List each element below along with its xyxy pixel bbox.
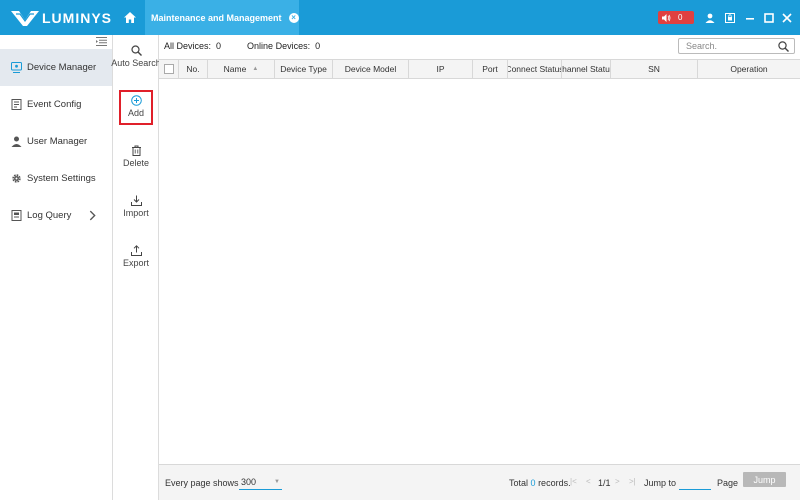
jump-button[interactable]: Jump	[743, 472, 786, 487]
online-devices-label: Online Devices:	[247, 41, 311, 51]
chevron-right-icon	[89, 210, 96, 221]
trash-icon	[131, 145, 141, 156]
page-indicator: 1/1	[598, 478, 611, 488]
select-all-checkbox[interactable]	[163, 64, 174, 74]
sidebar-item-label: Log Query	[27, 210, 72, 221]
auto-search-label: Auto Search	[111, 58, 161, 68]
table-header: No. Name ▲ Device Type Device Model IP P…	[159, 60, 800, 79]
column-header-operation[interactable]: Operation	[698, 60, 800, 78]
brand-name: LUMINYS	[42, 10, 112, 26]
search-icon[interactable]	[778, 41, 789, 52]
home-button[interactable]	[115, 0, 145, 35]
main-panel: All Devices: 0 Online Devices: 0 No. Nam…	[159, 35, 800, 500]
home-icon	[124, 12, 136, 23]
sidebar-item-log-query[interactable]: Log Query	[0, 197, 112, 234]
sidebar-item-label: User Manager	[27, 136, 88, 147]
log-icon	[11, 210, 22, 221]
page-size-value: 300	[241, 477, 257, 487]
device-table: No. Name ▲ Device Type Device Model IP P…	[159, 59, 800, 464]
sidebar-item-user-manager[interactable]: User Manager	[0, 123, 112, 160]
next-page-button[interactable]: >	[615, 477, 620, 486]
import-label: Import	[123, 208, 149, 218]
add-circle-icon	[130, 95, 142, 106]
search-box	[678, 38, 795, 54]
screen-lock-icon	[725, 13, 735, 23]
add-label: Add	[127, 108, 144, 118]
first-page-button[interactable]: |<	[570, 477, 577, 486]
sidebar: Device Manager Event Config User Manager…	[0, 35, 113, 500]
import-icon	[130, 195, 142, 206]
event-config-icon	[11, 99, 22, 110]
minimize-button[interactable]	[743, 11, 757, 25]
auto-search-button[interactable]: Auto Search	[111, 45, 161, 68]
collapse-menu-icon	[95, 36, 107, 46]
sidebar-item-event-config[interactable]: Event Config	[0, 86, 112, 123]
search-input[interactable]	[686, 41, 771, 51]
maximize-button[interactable]	[762, 11, 776, 25]
column-header-channel-status[interactable]: hannel Statu	[562, 60, 611, 78]
device-stats: All Devices: 0 Online Devices: 0	[164, 41, 320, 51]
export-label: Export	[122, 258, 149, 268]
page-size-label: Every page shows	[165, 478, 239, 488]
pagination-bar: Every page shows 300 ▼ Total 0 records. …	[159, 464, 800, 500]
delete-button[interactable]: Delete	[113, 145, 159, 168]
gear-icon	[12, 174, 21, 183]
import-button[interactable]: Import	[113, 195, 159, 218]
sidebar-collapse-button[interactable]	[95, 35, 107, 47]
column-header-device-model[interactable]: Device Model	[333, 60, 409, 78]
page-size-select[interactable]: 300 ▼	[239, 475, 282, 490]
total-prefix: Total	[509, 478, 529, 488]
tab-label: Maintenance and Management	[151, 12, 282, 23]
device-manager-icon	[11, 62, 22, 73]
total-count: 0	[530, 478, 536, 488]
close-button[interactable]	[780, 11, 794, 25]
sort-ascending-icon: ▲	[252, 66, 259, 72]
sidebar-item-label: System Settings	[27, 173, 96, 184]
luminys-logo-icon	[11, 11, 39, 26]
search-icon	[130, 45, 142, 56]
delete-label: Delete	[122, 158, 149, 168]
column-header-no[interactable]: No.	[179, 60, 208, 78]
column-header-sn[interactable]: SN	[611, 60, 698, 78]
minimize-icon	[746, 18, 754, 20]
sidebar-item-system-settings[interactable]: System Settings	[0, 160, 112, 197]
page-label: Page	[717, 478, 739, 488]
total-records: Total 0 records.	[509, 478, 571, 488]
brand-logo: LUMINYS	[10, 8, 112, 28]
alarm-count: 0	[678, 13, 683, 22]
tab-maintenance-management[interactable]: Maintenance and Management ×	[145, 0, 299, 35]
alarm-button[interactable]: 0	[658, 11, 694, 24]
export-icon	[130, 245, 142, 256]
last-page-button[interactable]: >|	[629, 477, 636, 486]
column-header-connect-status[interactable]: Connect Status	[508, 60, 562, 78]
select-all-cell	[159, 60, 179, 78]
online-devices-value: 0	[315, 41, 321, 51]
total-suffix: records.	[538, 478, 571, 488]
user-icon	[705, 13, 715, 23]
sidebar-item-label: Event Config	[27, 99, 82, 110]
prev-page-button[interactable]: <	[586, 477, 591, 486]
user-account-button[interactable]	[703, 11, 717, 25]
all-devices-label: All Devices:	[164, 41, 212, 51]
sidebar-item-label: Device Manager	[27, 62, 97, 73]
sidebar-item-device-manager[interactable]: Device Manager	[0, 49, 112, 86]
column-header-device-type[interactable]: Device Type	[275, 60, 333, 78]
add-button[interactable]: Add	[113, 95, 159, 118]
close-icon	[782, 13, 792, 23]
speaker-icon	[662, 13, 671, 22]
export-button[interactable]: Export	[113, 245, 159, 268]
column-name-label: Name	[223, 64, 247, 74]
action-toolbar: Auto Search Add Delete Import Export	[111, 35, 161, 500]
column-header-port[interactable]: Port	[473, 60, 508, 78]
column-header-ip[interactable]: IP	[409, 60, 473, 78]
title-bar: LUMINYS Maintenance and Management × 0	[0, 0, 800, 35]
jump-page-input[interactable]	[679, 475, 711, 490]
tab-close-icon[interactable]: ×	[288, 12, 299, 23]
maximize-icon	[764, 13, 774, 23]
lock-screen-button[interactable]	[723, 11, 737, 25]
chevron-down-icon: ▼	[274, 479, 280, 485]
user-icon	[11, 136, 22, 147]
column-header-name[interactable]: Name ▲	[208, 60, 275, 78]
jump-to-label: Jump to	[644, 478, 677, 488]
